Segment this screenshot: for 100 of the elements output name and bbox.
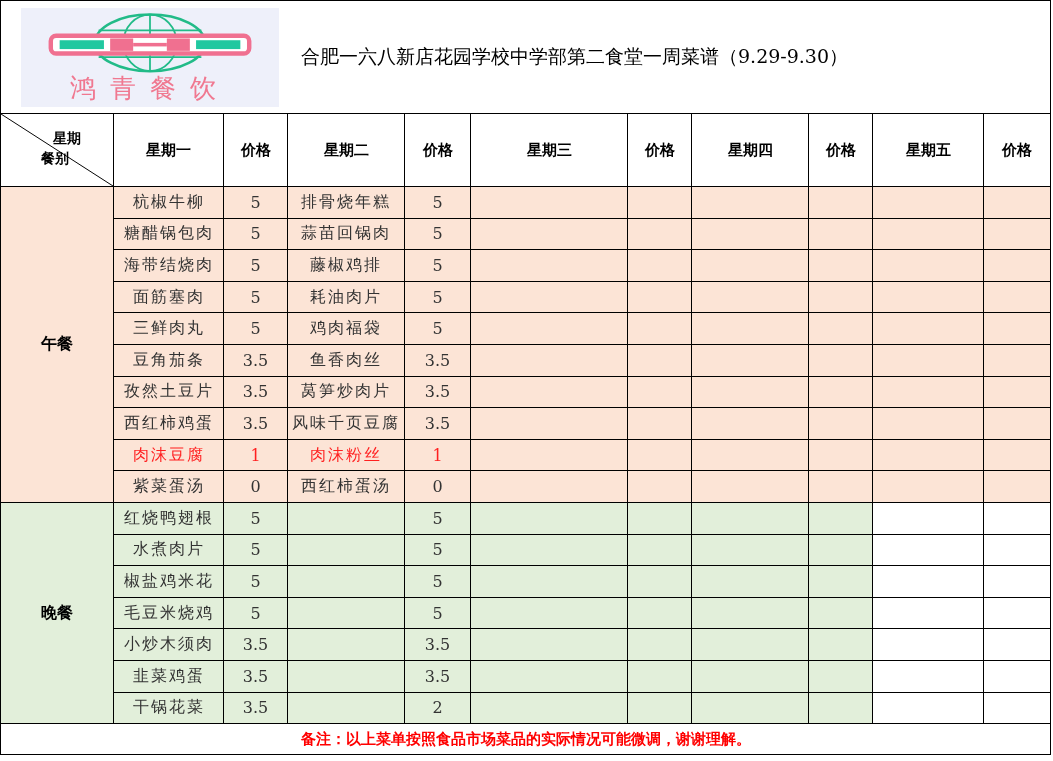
header-label: 星期 [53,130,81,148]
table-cell [983,376,1051,408]
table-cell: 鱼香肉丝 [287,344,405,377]
table-cell [808,218,873,250]
table-cell: 5 [404,186,471,219]
table-cell: 5 [223,565,288,598]
table-cell: 面筋塞肉 [113,281,224,313]
table-cell: 风味千页豆腐 [287,407,405,440]
table-cell: 5 [404,534,471,566]
table-cell: 5 [404,281,471,313]
table-cell [808,470,873,503]
table-cell [983,218,1051,250]
table-cell: 3.5 [223,628,288,661]
table-cell: 小炒木须肉 [113,628,224,661]
column-header: 星期三 [470,113,628,187]
table-cell: 杭椒牛柳 [113,186,224,219]
table-cell [627,249,692,282]
table-cell [808,312,873,345]
header-label: 餐别 [41,150,69,168]
table-cell [983,186,1051,219]
menu-title: 合肥一六八新店花园学校中学部第二食堂一周菜谱（9.29-9.30） [301,44,849,69]
table-cell: 干锅花菜 [113,692,224,724]
table-cell: 西红柿蛋汤 [287,470,405,503]
table-cell [983,249,1051,282]
table-cell: 5 [223,312,288,345]
table-cell: 3.5 [223,344,288,377]
column-header: 价格 [404,113,471,187]
table-cell [983,281,1051,313]
table-cell: 3.5 [404,660,471,692]
table-cell [627,376,692,408]
table-cell: 0 [404,470,471,503]
table-cell [808,281,873,313]
meal-label-cell: 午餐 [0,186,114,503]
column-header: 星期一 [113,113,224,187]
table-cell: 红烧鸭翅根 [113,502,224,535]
table-cell: 1 [404,439,471,471]
table-cell: 莴笋炒肉片 [287,376,405,408]
table-cell [983,344,1051,377]
table-cell: 紫菜蛋汤 [113,470,224,503]
table-cell [983,470,1051,503]
table-cell: 椒盐鸡米花 [113,565,224,598]
table-cell: 3.5 [223,660,288,692]
table-cell: 海带结烧肉 [113,249,224,282]
table-cell: 5 [404,218,471,250]
table-cell [983,312,1051,345]
table-cell: 肉沫粉丝 [287,439,405,471]
table-cell: 5 [404,502,471,535]
table-cell: 3.5 [404,376,471,408]
table-cell: 5 [404,312,471,345]
table-cell: 5 [223,597,288,629]
table-cell [627,312,692,345]
table-cell [808,407,873,440]
table-cell [808,439,873,471]
column-header: 星期二 [287,113,405,187]
table-cell: 蒜苗回锅肉 [287,218,405,250]
table-cell: 5 [404,249,471,282]
table-cell [808,249,873,282]
table-cell [627,470,692,503]
table-cell: 糖醋锅包肉 [113,218,224,250]
table-cell [983,407,1051,440]
table-cell: 藤椒鸡排 [287,249,405,282]
column-header: 价格 [223,113,288,187]
table-cell: 5 [223,502,288,535]
table-cell: 豆角茄条 [113,344,224,377]
table-cell: 韭菜鸡蛋 [113,660,224,692]
table-cell: 鸡肉福袋 [287,312,405,345]
table-cell: 5 [404,597,471,629]
table-cell: 西红柿鸡蛋 [113,407,224,440]
table-cell [627,218,692,250]
table-cell: 3.5 [223,407,288,440]
table-cell: 3.5 [404,344,471,377]
table-cell: 水煮肉片 [113,534,224,566]
table-cell: 0 [223,470,288,503]
column-header: 价格 [808,113,873,187]
table-cell: 5 [223,249,288,282]
column-header: 星期五 [872,113,984,187]
table-cell [627,344,692,377]
table-cell [627,281,692,313]
table-cell [627,186,692,219]
table-cell [627,407,692,440]
table-cell: 5 [223,534,288,566]
table-cell: 2 [404,692,471,724]
table-cell: 5 [404,565,471,598]
table-cell: 3.5 [404,628,471,661]
table-cell: 排骨烧年糕 [287,186,405,219]
table-cell [627,439,692,471]
meal-label-cell: 晚餐 [0,502,114,724]
table-cell [983,439,1051,471]
table-cell: 3.5 [223,692,288,724]
table-cell: 耗油肉片 [287,281,405,313]
table-cell: 肉沫豆腐 [113,439,224,471]
table-cell [808,186,873,219]
table-cell: 3.5 [223,376,288,408]
table-cell: 三鲜肉丸 [113,312,224,345]
note-text: 备注：以上菜单按照食品市场菜品的实际情况可能微调，谢谢理解。 [0,723,1051,755]
table-cell: 5 [223,186,288,219]
column-header: 价格 [627,113,692,187]
table-cell: 5 [223,281,288,313]
table-cell [808,344,873,377]
table-cell: 毛豆米烧鸡 [113,597,224,629]
